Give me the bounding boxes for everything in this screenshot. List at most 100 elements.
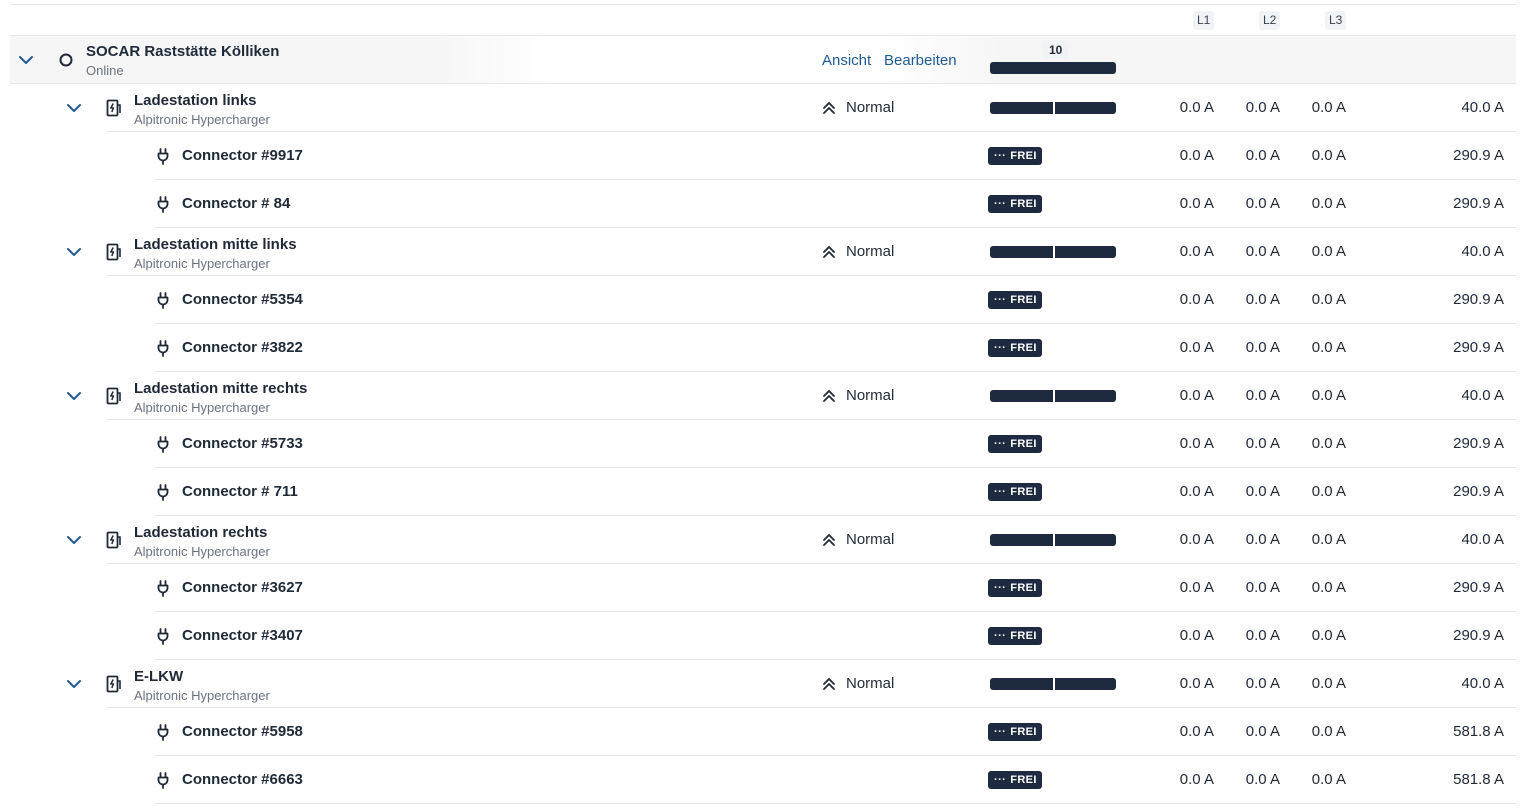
station-mode: Normal (846, 675, 895, 692)
view-link[interactable]: Ansicht (822, 52, 871, 69)
status-label: FREI (1010, 294, 1037, 306)
connector-row: Connector # 84 ··· FREI 0.0 A 0.0 A 0.0 A 290.… (154, 180, 1516, 228)
phase-l2-value: 0.0 A (1245, 243, 1280, 260)
site-name: SOCAR Raststätte Kölliken (86, 43, 280, 60)
station-model: Alpitronic Hypercharger (134, 688, 270, 703)
station-name: E-LKW (134, 668, 184, 685)
connector-name: Connector #6663 (182, 771, 303, 788)
double-chevron-up-icon (822, 533, 836, 547)
double-chevron-up-icon (822, 245, 836, 259)
connector-name: Connector #3407 (182, 627, 303, 644)
plug-icon (157, 148, 169, 165)
station-name: Ladestation mitte rechts (134, 380, 308, 397)
limit-value: 40.0 A (1461, 99, 1504, 116)
phase-l2-value: 0.0 A (1245, 771, 1280, 788)
phase-l1-value: 0.0 A (1179, 147, 1214, 164)
phase-l2-value: 0.0 A (1245, 723, 1280, 740)
ellipsis-icon: ··· (994, 582, 1007, 594)
phase-l3-value: 0.0 A (1311, 579, 1346, 596)
phase-l1-value: 0.0 A (1179, 627, 1214, 644)
ellipsis-icon: ··· (994, 438, 1007, 450)
limit-value: 290.9 A (1453, 627, 1504, 644)
limit-value: 290.9 A (1453, 579, 1504, 596)
phase-l3-value: 0.0 A (1311, 243, 1346, 260)
ellipsis-icon: ··· (994, 486, 1007, 498)
phase-l3-value: 0.0 A (1311, 771, 1346, 788)
status-label: FREI (1010, 198, 1037, 210)
phase-l1-value: 0.0 A (1179, 723, 1214, 740)
phase-l3-value: 0.0 A (1311, 675, 1346, 692)
connector-row: Connector # 711 ··· FREI 0.0 A 0.0 A 0.0 A 290… (154, 468, 1516, 516)
connector-row: Connector #3822 ··· FREI 0.0 A 0.0 A 0.0 A 290… (154, 324, 1516, 372)
status-label: FREI (1010, 150, 1037, 162)
chevron-down-icon[interactable] (66, 100, 82, 116)
phase-l3-value: 0.0 A (1311, 627, 1346, 644)
station-load-bar (990, 534, 1116, 546)
phase-l1-value: 0.0 A (1179, 291, 1214, 308)
chevron-down-icon[interactable] (66, 676, 82, 692)
phase-l1-value: 0.0 A (1179, 387, 1214, 404)
ellipsis-icon: ··· (994, 774, 1007, 786)
station-load-bar (990, 102, 1116, 114)
phase-label-l1: L1 (1193, 11, 1215, 30)
phase-l3-value: 0.0 A (1311, 723, 1346, 740)
phase-l1-value: 0.0 A (1179, 675, 1214, 692)
phase-label-l3: L3 (1325, 11, 1347, 30)
phase-l1-value: 0.0 A (1179, 771, 1214, 788)
limit-value: 40.0 A (1461, 531, 1504, 548)
edit-link[interactable]: Bearbeiten (884, 52, 957, 69)
station-model: Alpitronic Hypercharger (134, 256, 270, 271)
station-name: Ladestation mitte links (134, 236, 297, 253)
connector-row: Connector #9917 ··· FREI 0.0 A 0.0 A 0.0 A 290… (154, 132, 1516, 180)
connector-name: Connector #5958 (182, 723, 303, 740)
status-label: FREI (1010, 726, 1037, 738)
chevron-down-icon[interactable] (18, 52, 34, 68)
limit-value: 290.9 A (1453, 291, 1504, 308)
limit-value: 290.9 A (1453, 339, 1504, 356)
station-row: Ladestation mitte rechts Alpitronic Hyper… (67, 372, 1516, 420)
table-header: L1 L2 L3 (10, 4, 1516, 36)
phase-l2-value: 0.0 A (1245, 579, 1280, 596)
phase-l2-value: 0.0 A (1245, 483, 1280, 500)
station-model: Alpitronic Hypercharger (134, 544, 270, 559)
status-badge: ··· FREI (988, 147, 1042, 165)
charging-station-icon (106, 243, 122, 261)
chevron-down-icon[interactable] (66, 244, 82, 260)
status-badge: ··· FREI (988, 723, 1042, 741)
station-model: Alpitronic Hypercharger (134, 400, 270, 415)
plug-icon (157, 580, 169, 597)
station-row: Ladestation links Alpitronic Hypercharger… (67, 84, 1516, 132)
phase-l1-value: 0.0 A (1179, 483, 1214, 500)
connector-name: Connector # 84 (182, 195, 291, 212)
connector-name: Connector #3627 (182, 579, 303, 596)
phase-l1-value: 0.0 A (1179, 243, 1214, 260)
phase-l2-value: 0.0 A (1245, 99, 1280, 116)
phase-l2-value: 0.0 A (1245, 291, 1280, 308)
plug-icon (157, 772, 169, 789)
connector-row: Connector #3407 ··· FREI 0.0 A 0.0 A 0.0 A 290… (154, 612, 1516, 660)
ellipsis-icon: ··· (994, 342, 1007, 354)
site-load-bar (990, 62, 1116, 74)
station-row: Ladestation rechts Alpitronic Hypercharge… (67, 516, 1516, 564)
status-label: FREI (1010, 342, 1037, 354)
chevron-down-icon[interactable] (66, 388, 82, 404)
charging-station-icon (106, 675, 122, 693)
limit-value: 290.9 A (1453, 195, 1504, 212)
phase-l3-value: 0.0 A (1311, 195, 1346, 212)
plug-icon (157, 724, 169, 741)
phase-l2-value: 0.0 A (1245, 531, 1280, 548)
station-model: Alpitronic Hypercharger (134, 112, 270, 127)
status-label: FREI (1010, 630, 1037, 642)
phase-l1-value: 0.0 A (1179, 339, 1214, 356)
phase-l1-value: 0.0 A (1179, 195, 1214, 212)
connector-row: Connector #3627 ··· FREI 0.0 A 0.0 A 0.0 A 290… (154, 564, 1516, 612)
connector-name: Connector #3822 (182, 339, 303, 356)
charging-station-icon (106, 99, 122, 117)
station-row: E-LKW Alpitronic Hypercharger Normal 0.0 A 0… (67, 660, 1516, 708)
station-load-bar (990, 390, 1116, 402)
charging-station-icon (106, 387, 122, 405)
site-status: Online (86, 63, 124, 78)
ellipsis-icon: ··· (994, 630, 1007, 642)
chevron-down-icon[interactable] (66, 532, 82, 548)
plug-icon (157, 484, 169, 501)
